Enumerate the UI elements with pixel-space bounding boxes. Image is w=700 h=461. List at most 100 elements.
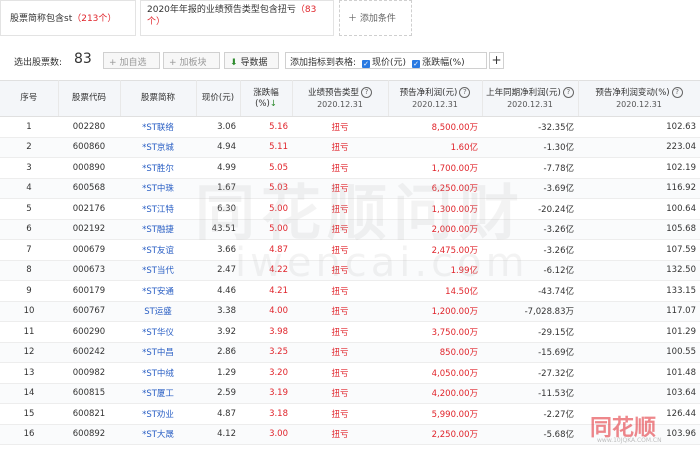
table-row[interactable]: 10 600767 ST运盛 3.38 4.00 扭亏 1,200.00万 -7,028.83…	[0, 301, 700, 322]
table-row[interactable]: 13 000982 *ST中绒 1.29 3.20 扭亏 4,050.00万 -27.32亿 1…	[0, 362, 700, 384]
condition-chip-forecast[interactable]: 2020年年报的业绩预告类型包含扭亏（83个）	[140, 0, 334, 36]
cell-name[interactable]: *ST安通	[120, 280, 196, 302]
col-seq[interactable]: 序号	[0, 80, 59, 117]
cell-change: 3.00	[240, 424, 292, 445]
cell-code[interactable]: 600179	[58, 280, 120, 302]
add-watchlist-button[interactable]: + 加自选	[103, 52, 160, 69]
cell-price: 2.59	[196, 383, 240, 404]
plus-icon: ＋	[348, 14, 358, 24]
cell-name[interactable]: *ST中绒	[120, 362, 196, 384]
selected-count-label: 选出股票数:	[14, 58, 63, 68]
table-row[interactable]: 16 600892 *ST大晟 4.12 3.00 扭亏 2,250.00万 -5.68亿 10…	[0, 424, 700, 445]
help-icon[interactable]: ?	[562, 86, 574, 98]
cell-seq: 2	[0, 137, 58, 158]
cell-seq: 10	[0, 301, 58, 322]
cell-pct: 107.59	[578, 239, 700, 261]
cell-code[interactable]: 600892	[58, 424, 120, 445]
cell-name[interactable]: *ST胜尔	[120, 157, 196, 179]
cell-code[interactable]: 002192	[58, 219, 120, 240]
cell-name[interactable]: *ST京城	[120, 137, 196, 158]
cell-code[interactable]: 002280	[58, 116, 120, 138]
table-row[interactable]: 1 002280 *ST联络 3.06 5.16 扭亏 8,500.00万 -32.35亿 10…	[0, 116, 700, 138]
cell-forecast: 4,200.00万	[388, 383, 482, 404]
checkbox-price[interactable]: ✓	[362, 60, 371, 68]
table-row[interactable]: 4 600568 *ST中珠 1.67 5.03 扭亏 6,250.00万 -3.69亿 116…	[0, 178, 700, 199]
cell-price: 1.29	[196, 362, 240, 384]
cell-code[interactable]: 000673	[58, 260, 120, 281]
cell-code[interactable]: 600860	[58, 137, 120, 158]
cell-price: 4.12	[196, 424, 240, 445]
table-row[interactable]: 9 600179 *ST安通 4.46 4.21 扭亏 14.50亿 -43.74亿 133.1…	[0, 280, 700, 302]
cell-seq: 6	[0, 219, 58, 240]
table-row[interactable]: 3 000890 *ST胜尔 4.99 5.05 扭亏 1,700.00万 -7.78亿 102…	[0, 157, 700, 179]
cell-change: 5.00	[240, 219, 292, 240]
cell-code[interactable]: 600821	[58, 403, 120, 425]
add-condition-button[interactable]: ＋ 添加条件	[339, 0, 412, 36]
add-indicator-plus-button[interactable]: +	[489, 52, 504, 69]
cell-name[interactable]: *ST厦工	[120, 383, 196, 404]
cell-name[interactable]: *ST劝业	[120, 403, 196, 425]
cell-name[interactable]: *ST江特	[120, 198, 196, 220]
cell-last: -1.30亿	[482, 137, 578, 158]
table-row[interactable]: 15 600821 *ST劝业 4.87 3.18 扭亏 5,990.00万 -2.27亿 12…	[0, 403, 700, 425]
cell-forecast: 14.50亿	[388, 280, 482, 302]
cell-name[interactable]: *ST融捷	[120, 219, 196, 240]
cell-name[interactable]: *ST中珠	[120, 178, 196, 199]
col-price[interactable]: 现价(元)	[196, 80, 241, 117]
cell-name[interactable]: *ST中昌	[120, 342, 196, 363]
table-row[interactable]: 12 600242 *ST中昌 2.86 3.25 扭亏 850.00万 -15.69亿 100…	[0, 342, 700, 363]
cell-code[interactable]: 600242	[58, 342, 120, 363]
cell-type: 扭亏	[292, 362, 388, 384]
export-button[interactable]: ⬇ 导数据	[224, 52, 279, 69]
cell-code[interactable]: 002176	[58, 198, 120, 220]
table-row[interactable]: 6 002192 *ST融捷 43.51 5.00 扭亏 2,000.00万 -3.26亿 10…	[0, 219, 700, 240]
cell-name[interactable]: *ST当代	[120, 260, 196, 281]
cell-code[interactable]: 600767	[58, 301, 120, 322]
col-forecast-type[interactable]: 业绩预告类型? 2020.12.31	[292, 80, 389, 117]
cell-change: 4.21	[240, 280, 292, 302]
table-row[interactable]: 7 000679 *ST友谊 3.66 4.87 扭亏 2,475.00万 -3.26亿 107…	[0, 239, 700, 261]
condition-chip-name[interactable]: 股票简称包含st（213个）	[0, 0, 136, 36]
cell-name[interactable]: *ST联络	[120, 116, 196, 138]
cell-price: 4.87	[196, 403, 240, 425]
cell-change: 5.05	[240, 157, 292, 179]
cell-name[interactable]: *ST华仪	[120, 321, 196, 343]
cell-code[interactable]: 600815	[58, 383, 120, 404]
add-board-button[interactable]: + 加板块	[163, 52, 220, 69]
table-row[interactable]: 14 600815 *ST厦工 2.59 3.19 扭亏 4,200.00万 -11.53亿 1…	[0, 383, 700, 404]
cell-code[interactable]: 000982	[58, 362, 120, 384]
cell-price: 43.51	[196, 219, 240, 240]
cell-last: -2.27亿	[482, 403, 578, 425]
cell-price: 2.47	[196, 260, 240, 281]
cell-code[interactable]: 600290	[58, 321, 120, 343]
table-row[interactable]: 11 600290 *ST华仪 3.92 3.98 扭亏 3,750.00万 -29.15亿 1…	[0, 321, 700, 343]
cell-code[interactable]: 600568	[58, 178, 120, 199]
help-icon[interactable]: ?	[459, 86, 471, 98]
col-change[interactable]: 涨跌幅(%)↓	[240, 80, 293, 117]
table-row[interactable]: 5 002176 *ST江特 6.30 5.00 扭亏 1,300.00万 -20.24亿 10…	[0, 198, 700, 220]
table-row[interactable]: 2 600860 *ST京城 4.94 5.11 扭亏 1.60亿 -1.30亿 223.04	[0, 137, 700, 158]
col-profit-change[interactable]: 预告净利润变动(%)? 2020.12.31	[578, 80, 700, 117]
help-icon[interactable]: ?	[671, 86, 683, 98]
cell-name[interactable]: *ST友谊	[120, 239, 196, 261]
export-label: 导数据	[240, 58, 268, 68]
cell-change: 4.22	[240, 260, 292, 281]
cell-last: -32.35亿	[482, 116, 578, 138]
help-icon[interactable]: ?	[361, 86, 372, 98]
cell-price: 3.66	[196, 239, 240, 261]
col-last-profit[interactable]: 上年同期净利润(元)? 2020.12.31	[482, 80, 579, 117]
download-icon: ⬇	[230, 58, 238, 68]
col-forecast-profit[interactable]: 预告净利润(元)? 2020.12.31	[388, 80, 483, 117]
checkbox-change[interactable]: ✓	[412, 60, 421, 68]
result-toolbar: 选出股票数: 83 + 加自选 + 加板块 ⬇ 导数据 添加指标到表格: ✓ 现价(元) ✓…	[0, 48, 700, 74]
cell-last: -29.15亿	[482, 321, 578, 343]
table-row[interactable]: 8 000673 *ST当代 2.47 4.22 扭亏 1.99亿 -6.12亿 132.50	[0, 260, 700, 281]
cell-forecast: 4,050.00万	[388, 362, 482, 384]
col-code[interactable]: 股票代码	[58, 80, 121, 117]
cell-name[interactable]: *ST大晟	[120, 424, 196, 445]
cell-code[interactable]: 000679	[58, 239, 120, 261]
col-name[interactable]: 股票简称	[120, 80, 197, 117]
cell-seq: 7	[0, 239, 58, 261]
cell-name[interactable]: ST运盛	[120, 301, 196, 322]
cell-code[interactable]: 000890	[58, 157, 120, 179]
